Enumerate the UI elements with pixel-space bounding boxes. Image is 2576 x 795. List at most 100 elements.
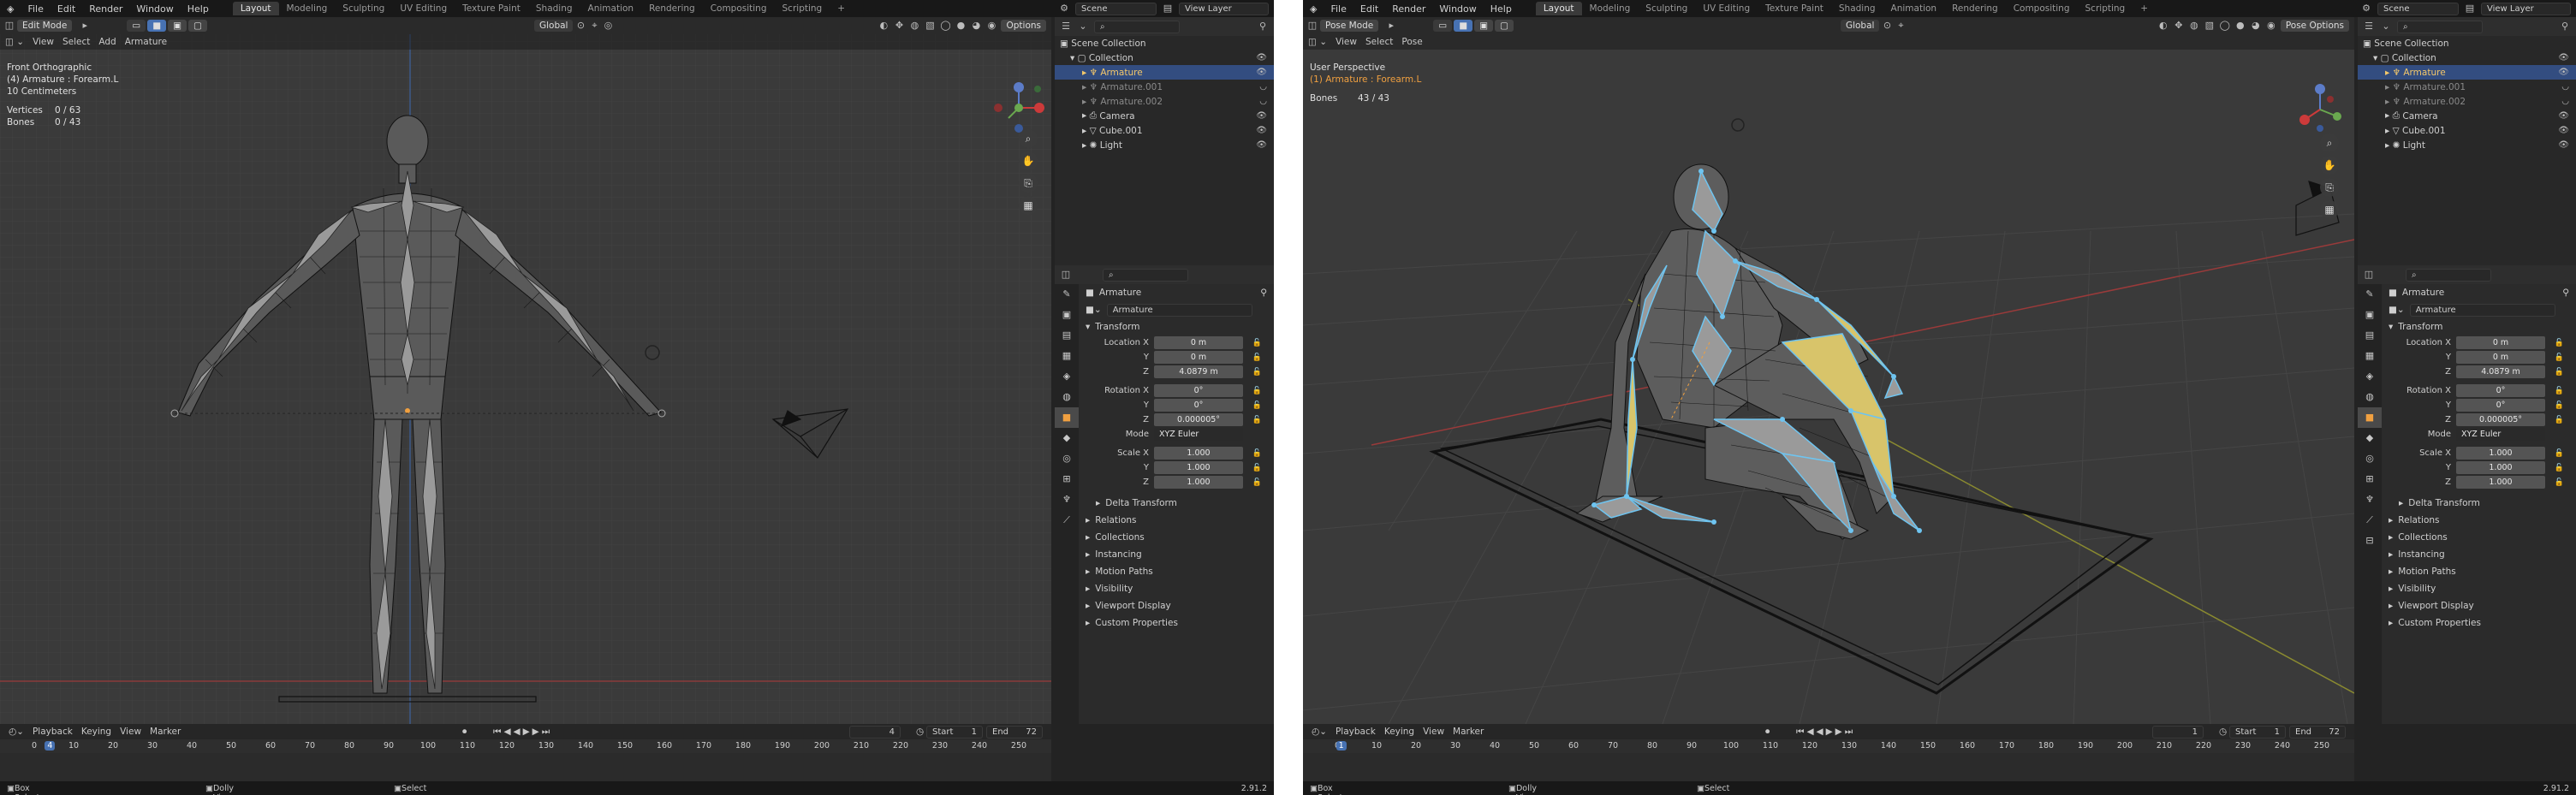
- lock-icon[interactable]: 🔓: [1252, 401, 1262, 410]
- lock-icon[interactable]: 🔓: [2555, 464, 2564, 472]
- start-frame-field[interactable]: Start 1: [926, 725, 983, 739]
- preview-range-icon[interactable]: ◷: [2219, 727, 2227, 737]
- shading-wireframe-icon[interactable]: ◯: [939, 20, 951, 32]
- view-layer-tab-icon[interactable]: ▦: [2358, 346, 2382, 366]
- current-frame-field[interactable]: 4: [849, 725, 901, 739]
- properties-editor-icon[interactable]: ◫: [1060, 269, 1072, 281]
- render-tab-icon[interactable]: ▣: [2358, 305, 2382, 325]
- add-workspace-icon[interactable]: +: [2133, 2, 2156, 15]
- overlay-icon[interactable]: ◍: [908, 20, 920, 32]
- view-layer-selector[interactable]: View Layer: [1179, 2, 1269, 15]
- bone-constraints-tab-icon[interactable]: ⊟: [2358, 531, 2382, 551]
- blender-logo-icon[interactable]: ◈: [0, 3, 21, 15]
- scene-selector[interactable]: Scene: [1075, 2, 1157, 15]
- visibility-icon[interactable]: ◐: [2157, 20, 2169, 32]
- relations-section[interactable]: ▸ Relations: [2382, 512, 2576, 529]
- data-tab-icon[interactable]: ♆: [2358, 489, 2382, 510]
- proportional-edit-icon[interactable]: ◎: [602, 20, 614, 32]
- lock-icon[interactable]: 🔓: [1252, 449, 1262, 458]
- lock-icon[interactable]: 🔓: [1252, 339, 1262, 347]
- shading-solid-icon[interactable]: ●: [955, 20, 967, 32]
- location-z-field[interactable]: 4.0879 m: [2456, 365, 2545, 378]
- object-tab-icon[interactable]: ■: [2358, 407, 2382, 428]
- rotation-z-field[interactable]: 0.000005°: [1154, 413, 1243, 426]
- lock-icon[interactable]: 🔓: [2555, 401, 2564, 410]
- rotation-x-field[interactable]: 0°: [2456, 384, 2545, 397]
- lock-icon[interactable]: 🔓: [2555, 353, 2564, 362]
- workspace-tab-uv-editing[interactable]: UV Editing: [392, 2, 455, 15]
- rotation-mode-select[interactable]: XYZ Euler: [1154, 428, 1243, 441]
- outliner-item-camera[interactable]: ▸ ⎙ Camera 👁: [1055, 109, 1274, 123]
- relations-section[interactable]: ▸ Relations: [1079, 512, 1274, 529]
- scene-icon[interactable]: ⚙: [2360, 3, 2372, 15]
- perspective-toggle-icon[interactable]: ▦: [2320, 200, 2339, 219]
- 3d-viewport[interactable]: ◫ Pose Mode ▸ ▭ ■ ▣ ▢ Global ⊙ ⌖ ◐ ✥ ◍ ▧…: [1303, 17, 2354, 724]
- gizmo-icon[interactable]: ✥: [2173, 20, 2185, 32]
- constraints-tab-icon[interactable]: ⊞: [2358, 469, 2382, 489]
- menu-file[interactable]: File: [21, 3, 50, 15]
- camera-view-icon[interactable]: ⎘: [1019, 174, 1038, 193]
- workspace-tab-layout[interactable]: Layout: [1535, 2, 1582, 15]
- display-mode-icon[interactable]: ⌄: [2380, 21, 2392, 33]
- viewport-menu-select[interactable]: Select: [62, 37, 90, 47]
- menu-render[interactable]: Render: [1385, 3, 1432, 15]
- eye-icon[interactable]: 👁: [2558, 140, 2569, 150]
- viewport-menu-add[interactable]: Add: [98, 37, 116, 47]
- instancing-section[interactable]: ▸ Instancing: [2382, 546, 2576, 563]
- rotation-x-field[interactable]: 0°: [1154, 384, 1243, 397]
- timeline-menu-view[interactable]: View: [1423, 727, 1444, 737]
- data-tab-icon[interactable]: ♆: [1055, 489, 1079, 510]
- outliner-item-armature-001[interactable]: ▸ ♆ Armature.001 ◡: [2358, 80, 2576, 94]
- eye-icon[interactable]: 👁: [2558, 126, 2569, 135]
- physics-tab-icon[interactable]: ◎: [2358, 448, 2382, 469]
- workspace-tab-modeling[interactable]: Modeling: [1582, 2, 1639, 15]
- 3d-viewport[interactable]: ◫ Edit Mode ▸ ▭ ■ ▣ ▢ Global ⊙ ⌖ ◎ ◐ ✥ ◍…: [0, 17, 1051, 724]
- rotation-mode-select[interactable]: XYZ Euler: [2456, 428, 2545, 441]
- scale-z-field[interactable]: 1.000: [1154, 476, 1243, 489]
- shading-rendered-icon[interactable]: ◉: [2265, 20, 2277, 32]
- delta-transform-section[interactable]: ▸ Delta Transform: [2382, 495, 2576, 512]
- menu-help[interactable]: Help: [1484, 3, 1519, 15]
- select-box-icon[interactable]: ▭: [127, 20, 146, 32]
- workspace-tab-sculpting[interactable]: Sculpting: [335, 2, 392, 15]
- visibility-icon[interactable]: ◐: [878, 20, 889, 32]
- viewport-menu-armature[interactable]: Armature: [125, 37, 167, 47]
- outliner-item-armature-001[interactable]: ▸ ♆ Armature.001 ◡: [1055, 80, 1274, 94]
- view-layer-tab-icon[interactable]: ▦: [1055, 346, 1079, 366]
- workspace-tab-sculpting[interactable]: Sculpting: [1638, 2, 1695, 15]
- shading-wireframe-icon[interactable]: ◯: [2219, 20, 2231, 32]
- end-frame-field[interactable]: End 72: [986, 725, 1043, 739]
- outliner-item-armature-002[interactable]: ▸ ♆ Armature.002 ◡: [2358, 94, 2576, 109]
- view-layer-icon[interactable]: ▤: [1162, 3, 1174, 15]
- lock-icon[interactable]: 🔓: [2555, 449, 2564, 458]
- bone-tab-icon[interactable]: ⟋: [1055, 510, 1079, 531]
- select-mode-extend-icon[interactable]: ▣: [1474, 20, 1494, 32]
- timeline-menu-marker[interactable]: Marker: [150, 727, 181, 737]
- pose-mode-icon[interactable]: ◫ ⌄: [1308, 37, 1327, 47]
- scene-selector[interactable]: Scene: [2377, 2, 2459, 15]
- collections-section[interactable]: ▸ Collections: [2382, 529, 2576, 546]
- viewport-display-section[interactable]: ▸ Viewport Display: [2382, 597, 2576, 614]
- pin-icon[interactable]: ⚲: [2562, 288, 2569, 298]
- timeline-ruler[interactable]: 0102030405060708090100110120130140150160…: [1303, 739, 2354, 753]
- lock-icon[interactable]: 🔓: [2555, 368, 2564, 377]
- eye-icon[interactable]: 👁: [2558, 53, 2569, 62]
- timeline-menu-keying[interactable]: Keying: [81, 727, 111, 737]
- outliner-item-light[interactable]: ▸ ✺ Light 👁: [1055, 138, 1274, 152]
- delta-transform-section[interactable]: ▸ Delta Transform: [1079, 495, 1274, 512]
- timeline-menu-view[interactable]: View: [120, 727, 141, 737]
- menu-window[interactable]: Window: [1432, 3, 1483, 15]
- timeline-menu-playback[interactable]: Playback: [1336, 727, 1376, 737]
- editor-type-icon[interactable]: ◫: [1306, 20, 1318, 32]
- preview-range-icon[interactable]: ◷: [916, 727, 924, 737]
- select-mode-subtract-icon[interactable]: ▢: [188, 20, 207, 32]
- ortho-grid-icon[interactable]: ▦: [1019, 196, 1038, 215]
- overlay-icon[interactable]: ◍: [2188, 20, 2200, 32]
- scene-icon[interactable]: ⚙: [1058, 3, 1070, 15]
- eye-icon[interactable]: ◡: [1259, 82, 1267, 92]
- menu-render[interactable]: Render: [82, 3, 129, 15]
- eye-icon[interactable]: ◡: [2561, 97, 2569, 106]
- xray-icon[interactable]: ▧: [924, 20, 936, 32]
- outliner-scene-collection[interactable]: ▣ Scene Collection: [1055, 36, 1274, 50]
- eye-icon[interactable]: ◡: [2561, 82, 2569, 92]
